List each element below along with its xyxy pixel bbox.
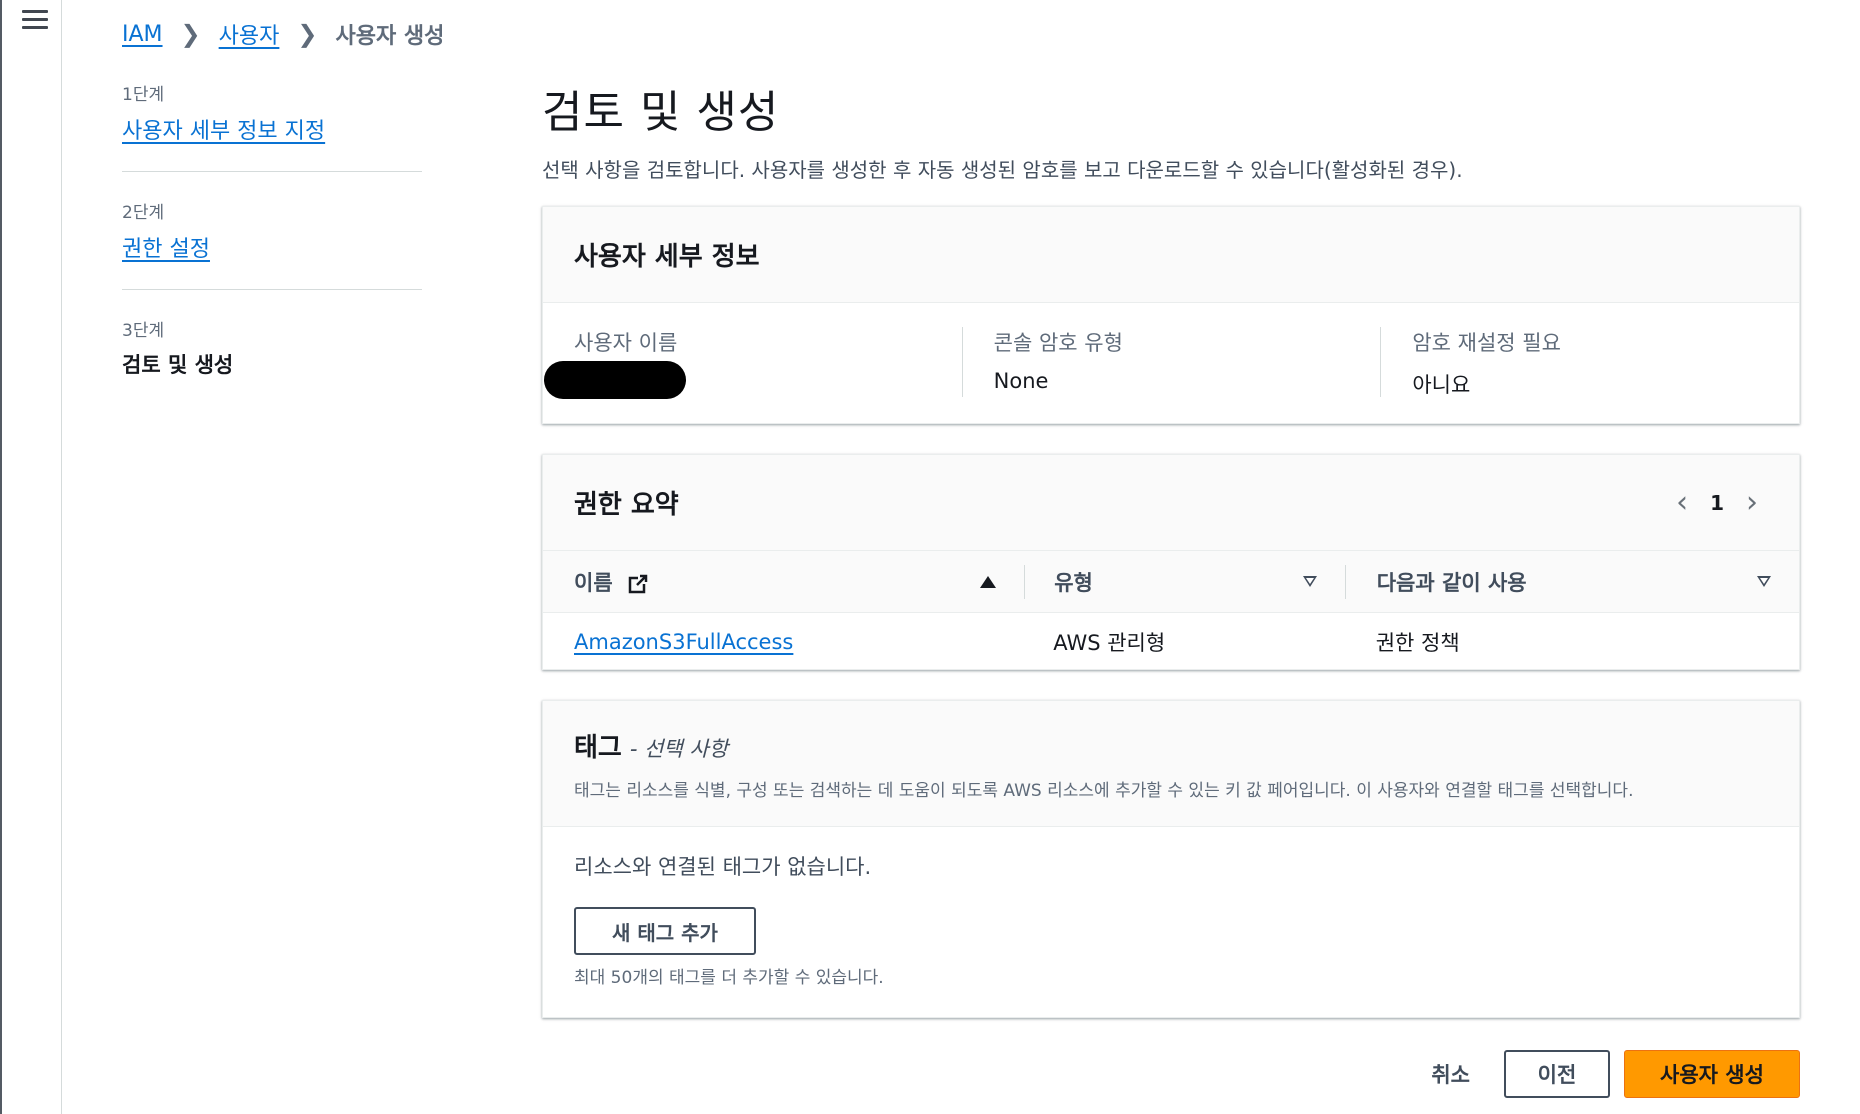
step-current-review: 검토 및 생성 — [122, 353, 234, 377]
no-tags-text: 리소스와 연결된 태그가 없습니다. — [574, 855, 872, 879]
field-console-password-type: 콘솔 암호 유형 None — [961, 327, 1381, 397]
panel-title: 권한 요약 — [574, 490, 679, 520]
column-header-type[interactable]: 유형 — [1024, 564, 1345, 599]
step-link-permissions[interactable]: 권한 설정 — [122, 237, 210, 262]
field-label: 암호 재설정 필요 — [1412, 331, 1561, 355]
breadcrumb-link-iam[interactable]: IAM — [122, 22, 163, 47]
create-user-button[interactable]: 사용자 생성 — [1624, 1050, 1800, 1098]
panel-header: 태그 - 선택 사항 태그는 리소스를 식별, 구성 또는 검색하는 데 도움이… — [543, 701, 1799, 827]
chevron-right-icon[interactable]: › — [1746, 485, 1758, 520]
wizard-step-1: 1단계 사용자 세부 정보 지정 — [122, 80, 422, 172]
chevron-left-icon[interactable]: ‹ — [1676, 485, 1688, 520]
add-tag-button[interactable]: 새 태그 추가 — [574, 907, 756, 955]
field-label: 사용자 이름 — [574, 331, 678, 355]
table-cell-name: AmazonS3FullAccess — [543, 630, 1024, 654]
table-cell-type: AWS 관리형 — [1053, 631, 1166, 655]
page-description: 선택 사항을 검토합니다. 사용자를 생성한 후 자동 생성된 암호를 보고 다… — [542, 158, 1463, 182]
field-username: 사용자 이름 — [543, 327, 962, 399]
cancel-button[interactable]: 취소 — [1411, 1059, 1490, 1089]
tags-description: 태그는 리소스를 식별, 구성 또는 검색하는 데 도움이 되도록 AWS 리소… — [574, 780, 1634, 801]
sort-descending-icon — [1757, 576, 1771, 587]
wizard-step-3: 3단계 검토 및 생성 — [122, 316, 422, 405]
step-number: 2단계 — [122, 203, 165, 223]
policy-link[interactable]: AmazonS3FullAccess — [574, 630, 793, 654]
optional-label: - 선택 사항 — [629, 736, 729, 761]
field-password-reset: 암호 재설정 필요 아니요 — [1380, 327, 1799, 397]
column-header-label: 이름 — [574, 570, 613, 595]
user-details-fields: 사용자 이름 콘솔 암호 유형 None 암호 재설정 필요 아니요 — [543, 303, 1799, 399]
redacted-username — [544, 361, 686, 399]
left-rail — [0, 0, 62, 1114]
previous-button[interactable]: 이전 — [1504, 1050, 1610, 1098]
column-header-label-wrap: 이름 — [574, 567, 648, 597]
tag-limit-text: 최대 50개의 태그를 더 추가할 수 있습니다. — [574, 968, 884, 988]
column-header-name[interactable]: 이름 — [543, 551, 1024, 612]
step-number: 3단계 — [122, 321, 165, 341]
column-header-label: 다음과 같이 사용 — [1376, 570, 1527, 595]
wizard-steps: 1단계 사용자 세부 정보 지정 2단계 권한 설정 3단계 검토 및 생성 — [122, 80, 422, 431]
panel-title: 사용자 세부 정보 — [574, 242, 760, 272]
step-number: 1단계 — [122, 85, 165, 105]
breadcrumb-link-users[interactable]: 사용자 — [219, 18, 280, 50]
pagination: ‹ 1 › — [1676, 485, 1758, 520]
chevron-right-icon: ❯ — [180, 20, 201, 48]
tags-body: 리소스와 연결된 태그가 없습니다. 새 태그 추가 최대 50개의 태그를 더… — [543, 827, 1799, 1012]
main-content: 검토 및 생성 선택 사항을 검토합니다. 사용자를 생성한 후 자동 생성된 … — [542, 76, 1800, 1018]
column-header-label: 유형 — [1054, 570, 1093, 595]
user-details-panel: 사용자 세부 정보 사용자 이름 콘솔 암호 유형 None 암호 재설정 필요… — [542, 206, 1800, 424]
field-value: 아니요 — [1412, 373, 1471, 397]
field-value: None — [993, 369, 1049, 393]
panel-header: 권한 요약 ‹ 1 › — [543, 455, 1799, 551]
wizard-actions: 취소 이전 사용자 생성 — [1411, 1050, 1800, 1098]
hamburger-menu-icon[interactable] — [22, 6, 48, 32]
table-header: 이름 유형 다음과 같이 사용 — [543, 551, 1799, 613]
column-header-used-as[interactable]: 다음과 같이 사용 — [1344, 564, 1799, 599]
external-link-icon — [628, 574, 648, 593]
tags-panel: 태그 - 선택 사항 태그는 리소스를 식별, 구성 또는 검색하는 데 도움이… — [542, 700, 1800, 1018]
table-cell-used-as: 권한 정책 — [1375, 631, 1460, 655]
wizard-step-2: 2단계 권한 설정 — [122, 198, 422, 290]
table-row: AmazonS3FullAccess AWS 관리형 권한 정책 — [543, 613, 1799, 671]
sort-ascending-icon — [980, 575, 997, 588]
sort-descending-icon — [1302, 576, 1317, 587]
panel-title: 태그 — [574, 732, 622, 763]
tag-title-row: 태그 - 선택 사항 — [574, 727, 728, 764]
chevron-right-icon: ❯ — [297, 20, 318, 48]
page-number[interactable]: 1 — [1710, 491, 1724, 515]
breadcrumb: IAM ❯ 사용자 ❯ 사용자 생성 — [122, 18, 444, 50]
permissions-summary-panel: 권한 요약 ‹ 1 › 이름 유형 다음과 같이 사용 AmazonS3Full… — [542, 454, 1800, 670]
field-label: 콘솔 암호 유형 — [993, 331, 1123, 355]
panel-header: 사용자 세부 정보 — [543, 207, 1799, 303]
step-link-user-details[interactable]: 사용자 세부 정보 지정 — [122, 119, 325, 144]
page-title: 검토 및 생성 — [542, 87, 780, 138]
breadcrumb-current: 사용자 생성 — [335, 24, 445, 49]
